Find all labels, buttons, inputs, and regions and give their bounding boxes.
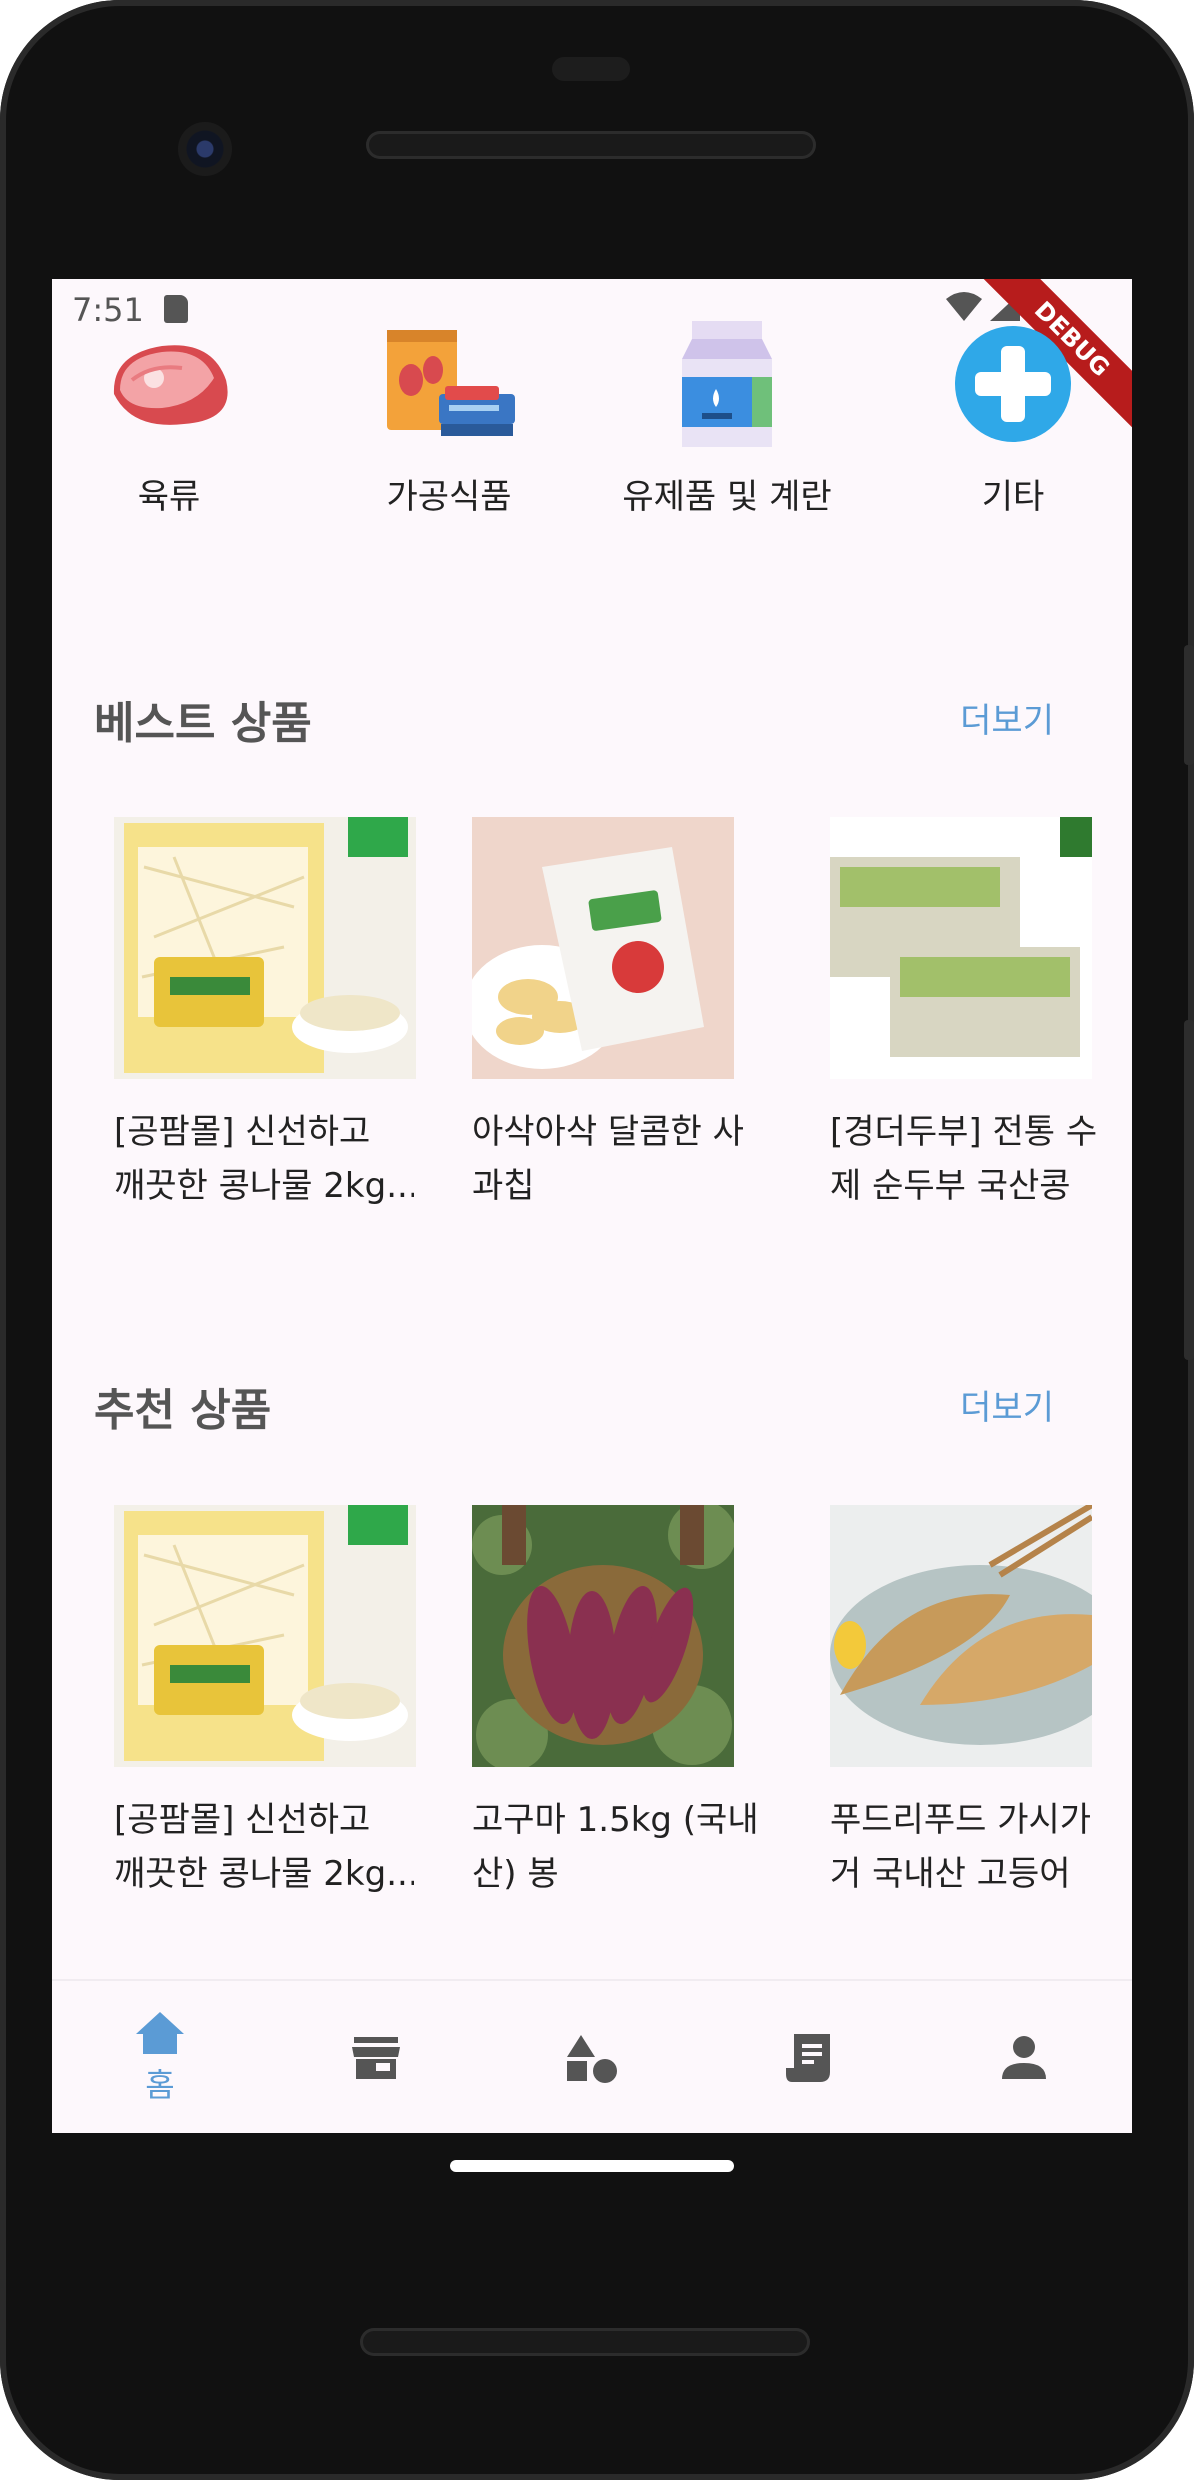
recommended-section-title: 추천 상품	[94, 1385, 272, 1436]
volume-button	[1184, 645, 1194, 765]
nav-categories[interactable]	[484, 1981, 700, 2133]
product-name-line1: 아삭아삭 달콤한 사	[472, 1112, 744, 1152]
product-card[interactable]: [경더두부] 전통 수 제 순두부 국산콩	[830, 817, 1132, 1213]
recommended-more-link[interactable]: 더보기	[960, 1380, 1054, 1429]
plus-circle-icon	[955, 326, 1071, 442]
home-icon	[136, 2012, 184, 2054]
recommended-product-row[interactable]: [공팜몰] 신선하고 깨끗한 콩나물 2kg... 고구마 1.5kg (국내 …	[114, 1505, 1132, 1894]
category-dairy-eggs[interactable]: 유제품 및 계란	[622, 319, 832, 518]
bean-sprouts-photo	[114, 1505, 416, 1767]
best-section-title: 베스트 상품	[94, 698, 312, 749]
bottom-navigation: 홈	[52, 1979, 1132, 2133]
receipt-icon	[786, 2034, 830, 2082]
nav-profile[interactable]	[916, 1981, 1132, 2133]
proximity-sensor	[552, 57, 630, 81]
product-name-line1: [공팜몰] 신선하고	[114, 1112, 371, 1152]
category-label: 유제품 및 계란	[622, 477, 832, 517]
nav-store[interactable]	[268, 1981, 484, 2133]
product-name-line1: 푸드리푸드 가시가	[830, 1800, 1092, 1840]
person-icon	[1002, 2036, 1046, 2079]
bean-sprouts-photo	[114, 817, 416, 1079]
product-name-line1: [경더두부] 전통 수	[830, 1112, 1098, 1152]
tofu-photo	[830, 817, 1092, 1079]
milk-carton-icon	[682, 321, 772, 447]
category-other[interactable]: 기타	[908, 319, 1118, 518]
product-card[interactable]: 고구마 1.5kg (국내 산) 봉	[472, 1505, 782, 1901]
best-section-header: 베스트 상품 더보기	[94, 687, 1054, 749]
nav-home[interactable]: 홈	[52, 1981, 268, 2133]
product-name-line2: 거 국내산 고등어	[830, 1854, 1071, 1894]
bottom-speaker	[360, 2328, 810, 2356]
store-icon	[352, 2037, 400, 2079]
product-card[interactable]: [공팜몰] 신선하고 깨끗한 콩나물 2kg...	[114, 1505, 424, 1901]
product-name-line2: 산) 봉	[472, 1854, 559, 1894]
nav-orders[interactable]	[700, 1981, 916, 2133]
front-camera	[178, 122, 232, 176]
product-name-line1: [공팜몰] 신선하고	[114, 1800, 371, 1840]
apple-chips-photo	[472, 817, 734, 1079]
product-card[interactable]: 아삭아삭 달콤한 사 과칩	[472, 817, 782, 1213]
category-row: 육류 가공식품 유제품 및 계란 기타	[52, 319, 1132, 519]
category-label: 육류	[137, 477, 201, 517]
canned-food-icon	[387, 330, 515, 436]
product-name-line2: 깨끗한 콩나물 2kg...	[114, 1854, 414, 1894]
nav-home-label: 홈	[145, 2066, 175, 2104]
phone-frame: 7:51 DEBUG 육류 가공식품 유제품 및 계란 기타 베스트 상품 더보…	[0, 0, 1194, 2480]
sweet-potato-photo	[472, 1505, 734, 1767]
earpiece-speaker	[366, 131, 816, 159]
categories-shapes-icon	[567, 2035, 617, 2083]
best-more-link[interactable]: 더보기	[960, 693, 1054, 742]
category-processed[interactable]: 가공식품	[344, 319, 554, 518]
best-product-row[interactable]: [공팜몰] 신선하고 깨끗한 콩나물 2kg... 아삭아삭 달콤한 사 과칩	[114, 817, 1132, 1206]
gesture-home-bar[interactable]	[450, 2160, 734, 2172]
product-name-line1: 고구마 1.5kg (국내	[472, 1800, 759, 1840]
product-name-line2: 과칩	[472, 1166, 535, 1206]
mackerel-photo	[830, 1505, 1092, 1767]
product-card[interactable]: 푸드리푸드 가시가 거 국내산 고등어	[830, 1505, 1132, 1901]
wifi-icon	[946, 292, 982, 321]
product-card[interactable]: [공팜몰] 신선하고 깨끗한 콩나물 2kg...	[114, 817, 424, 1213]
power-button	[1184, 1020, 1194, 1360]
category-label: 가공식품	[386, 477, 512, 517]
product-name-line2: 제 순두부 국산콩	[830, 1166, 1071, 1206]
product-name-line2: 깨끗한 콩나물 2kg...	[114, 1166, 414, 1206]
category-label: 기타	[981, 477, 1045, 517]
recommended-section-header: 추천 상품 더보기	[94, 1374, 1054, 1436]
category-meat[interactable]: 육류	[64, 319, 274, 518]
app-screen: 7:51 DEBUG 육류 가공식품 유제품 및 계란 기타 베스트 상품 더보…	[52, 279, 1132, 2133]
meat-icon	[113, 345, 228, 425]
